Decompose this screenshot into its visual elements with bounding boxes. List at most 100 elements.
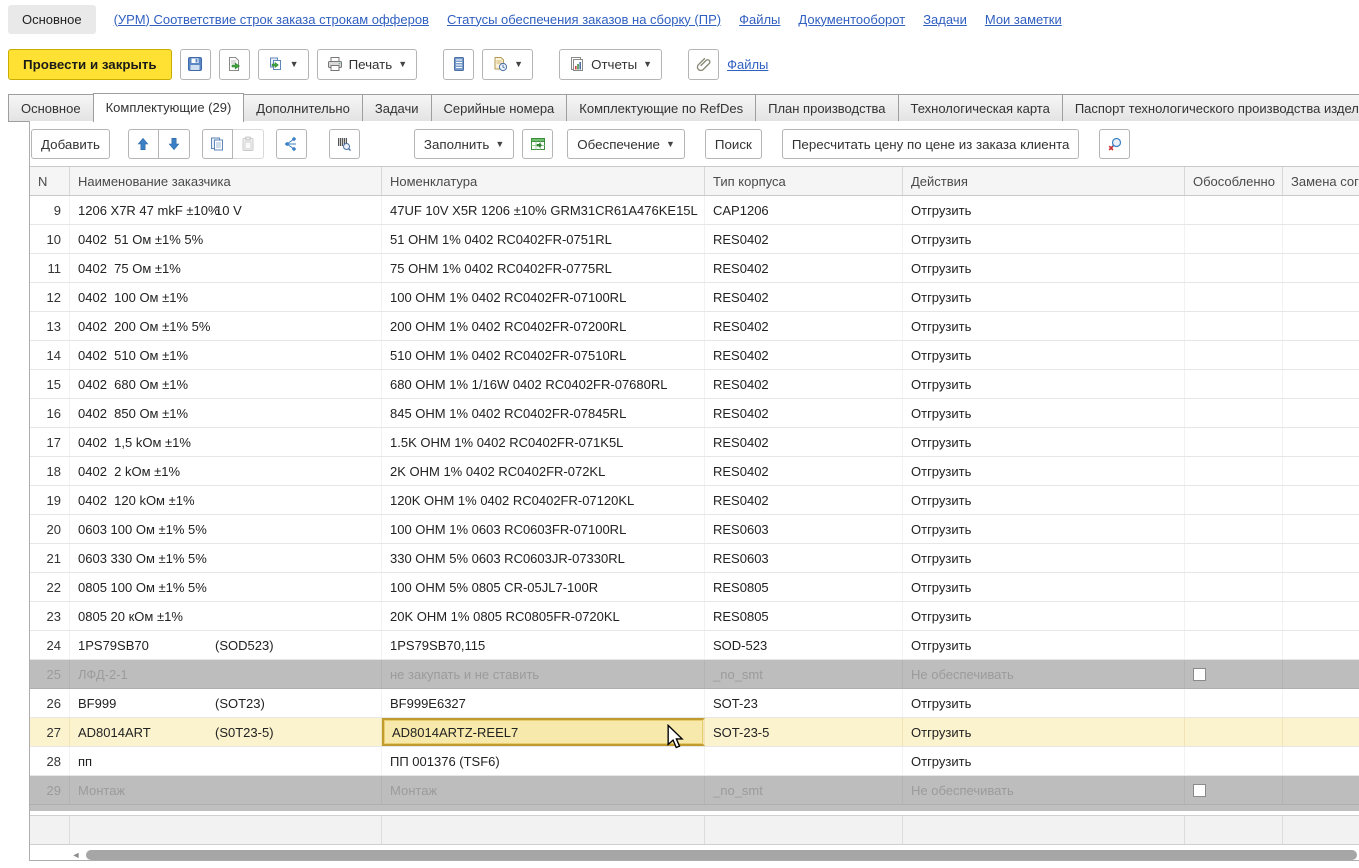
save-button[interactable]	[180, 49, 211, 80]
cell-nomenclature[interactable]: 845 OHM 1% 0402 RC0402FR-07845RL	[382, 399, 705, 427]
cell-action[interactable]: Отгрузить	[903, 428, 1185, 456]
cell-nomenclature[interactable]: 47UF 10V X5R 1206 ±10% GRM31CR61A476KE15…	[382, 196, 705, 224]
cell-name[interactable]: AD8014ART(S0T23-5)	[70, 718, 382, 746]
cell-checkbox[interactable]	[1185, 718, 1283, 746]
cell-action[interactable]: Отгрузить	[903, 718, 1185, 746]
cell-n[interactable]: 19	[30, 486, 70, 514]
cell-name[interactable]: 1206 X7R 47 mkF ±10%10 V	[70, 196, 382, 224]
cell-n[interactable]: 13	[30, 312, 70, 340]
cell-replace[interactable]	[1283, 776, 1359, 804]
cell-body[interactable]: RES0603	[705, 515, 903, 543]
cell-nomenclature[interactable]: 100 OHM 1% 0603 RC0603FR-07100RL	[382, 515, 705, 543]
table-row-22[interactable]: 220805 100 Ом ±1% 5%100 OHM 5% 0805 CR-0…	[30, 573, 1359, 602]
table-row-18[interactable]: 180402 2 kОм ±1%2K OHM 1% 0402 RC0402FR-…	[30, 457, 1359, 486]
move-up-button[interactable]	[128, 129, 159, 159]
cell-action[interactable]: Отгрузить	[903, 225, 1185, 253]
column-header-action[interactable]: Действия	[903, 167, 1185, 195]
tab-item[interactable]: Паспорт технологического производства из…	[1062, 94, 1359, 121]
nav-link[interactable]: Мои заметки	[985, 12, 1062, 27]
cell-replace[interactable]	[1283, 428, 1359, 456]
cell-checkbox[interactable]	[1185, 486, 1283, 514]
cell-nomenclature[interactable]: BF999E6327	[382, 689, 705, 717]
cell-replace[interactable]	[1283, 631, 1359, 659]
cell-nomenclature[interactable]: 1.5K OHM 1% 0402 RC0402FR-071K5L	[382, 428, 705, 456]
tab-active[interactable]: Комплектующие (29)	[93, 93, 245, 122]
cell-checkbox[interactable]	[1185, 515, 1283, 543]
cell-nomenclature[interactable]: 510 OHM 1% 0402 RC0402FR-07510RL	[382, 341, 705, 369]
cell-checkbox[interactable]	[1185, 370, 1283, 398]
cell-action[interactable]: Отгрузить	[903, 573, 1185, 601]
table-row-20[interactable]: 200603 100 Ом ±1% 5%100 OHM 1% 0603 RC06…	[30, 515, 1359, 544]
cell-replace[interactable]	[1283, 225, 1359, 253]
table-row-14[interactable]: 140402 510 Ом ±1%510 OHM 1% 0402 RC0402F…	[30, 341, 1359, 370]
cell-checkbox[interactable]	[1185, 341, 1283, 369]
scrollbar-thumb[interactable]	[86, 850, 1357, 860]
nav-link[interactable]: Задачи	[923, 12, 967, 27]
cell-name[interactable]: 0402 120 kОм ±1%	[70, 486, 382, 514]
cell-replace[interactable]	[1283, 196, 1359, 224]
tab-item[interactable]: Основное	[8, 94, 94, 121]
cell-body[interactable]: SOD-523	[705, 631, 903, 659]
attachments-button[interactable]	[688, 49, 719, 80]
cell-n[interactable]: 29	[30, 776, 70, 804]
cell-name[interactable]: 0402 510 Ом ±1%	[70, 341, 382, 369]
column-header-body[interactable]: Тип корпуса	[705, 167, 903, 195]
cell-nomenclature[interactable]: 51 OHM 1% 0402 RC0402FR-0751RL	[382, 225, 705, 253]
cell-nomenclature[interactable]: 100 OHM 1% 0402 RC0402FR-07100RL	[382, 283, 705, 311]
cell-body[interactable]: CAP1206	[705, 196, 903, 224]
table-row-10[interactable]: 100402 51 Ом ±1% 5%51 OHM 1% 0402 RC0402…	[30, 225, 1359, 254]
cell-action[interactable]: Отгрузить	[903, 196, 1185, 224]
cell-replace[interactable]	[1283, 254, 1359, 282]
cell-checkbox[interactable]	[1185, 631, 1283, 659]
cell-checkbox[interactable]	[1185, 544, 1283, 572]
cell-body[interactable]: RES0402	[705, 399, 903, 427]
cell-n[interactable]: 27	[30, 718, 70, 746]
cell-action[interactable]: Отгрузить	[903, 312, 1185, 340]
tab-item[interactable]: Дополнительно	[243, 94, 363, 121]
cell-action[interactable]: Не обеспечивать	[903, 660, 1185, 688]
column-header-n[interactable]: N	[30, 167, 70, 195]
cell-body[interactable]: SOT-23	[705, 689, 903, 717]
cell-action[interactable]: Отгрузить	[903, 747, 1185, 775]
cell-action[interactable]: Отгрузить	[903, 544, 1185, 572]
cell-n[interactable]: 10	[30, 225, 70, 253]
paste-row-button[interactable]	[233, 129, 264, 159]
cell-checkbox[interactable]	[1185, 776, 1283, 804]
cell-body[interactable]: RES0402	[705, 283, 903, 311]
cell-body[interactable]: _no_smt	[705, 776, 903, 804]
cell-action[interactable]: Отгрузить	[903, 283, 1185, 311]
reports-button[interactable]: Отчеты ▼	[559, 49, 662, 80]
post-document-button[interactable]	[219, 49, 250, 80]
cell-n[interactable]: 16	[30, 399, 70, 427]
cell-nomenclature[interactable]: 75 OHM 1% 0402 RC0402FR-0775RL	[382, 254, 705, 282]
cell-replace[interactable]	[1283, 515, 1359, 543]
table-row-25[interactable]: 25ЛФД-2-1не закупать и не ставить_no_smt…	[30, 660, 1359, 689]
table-row-16[interactable]: 160402 850 Ом ±1%845 OHM 1% 0402 RC0402F…	[30, 399, 1359, 428]
table-row-28[interactable]: 28ппПП 001376 (TSF6)Отгрузить	[30, 747, 1359, 776]
cancel-search-button[interactable]	[1099, 129, 1130, 159]
cell-checkbox[interactable]	[1185, 196, 1283, 224]
cell-action[interactable]: Не обеспечивать	[903, 776, 1185, 804]
cell-body[interactable]: RES0402	[705, 428, 903, 456]
add-row-button[interactable]: Добавить	[31, 129, 110, 159]
cell-checkbox[interactable]	[1185, 225, 1283, 253]
cell-body[interactable]: RES0402	[705, 312, 903, 340]
cell-n[interactable]: 14	[30, 341, 70, 369]
cell-checkbox[interactable]	[1185, 428, 1283, 456]
recalculate-price-button[interactable]: Пересчитать цену по цене из заказа клиен…	[782, 129, 1080, 159]
cell-checkbox[interactable]	[1185, 457, 1283, 485]
table-row-19[interactable]: 190402 120 kОм ±1%120K OHM 1% 0402 RC040…	[30, 486, 1359, 515]
cell-replace[interactable]	[1283, 544, 1359, 572]
cell-name[interactable]: 0805 20 кОм ±1%	[70, 602, 382, 630]
cell-n[interactable]: 26	[30, 689, 70, 717]
cell-name[interactable]: 0603 330 Ом ±1% 5%	[70, 544, 382, 572]
cell-body[interactable]: RES0402	[705, 341, 903, 369]
cell-name[interactable]: 0402 51 Ом ±1% 5%	[70, 225, 382, 253]
cell-n[interactable]: 15	[30, 370, 70, 398]
cell-name[interactable]: Монтаж	[70, 776, 382, 804]
cell-n[interactable]: 23	[30, 602, 70, 630]
cell-replace[interactable]	[1283, 312, 1359, 340]
nav-link[interactable]: Статусы обеспечения заказов на сборку (П…	[447, 12, 721, 27]
cell-n[interactable]: 17	[30, 428, 70, 456]
cell-nomenclature[interactable]: 2K OHM 1% 0402 RC0402FR-072KL	[382, 457, 705, 485]
